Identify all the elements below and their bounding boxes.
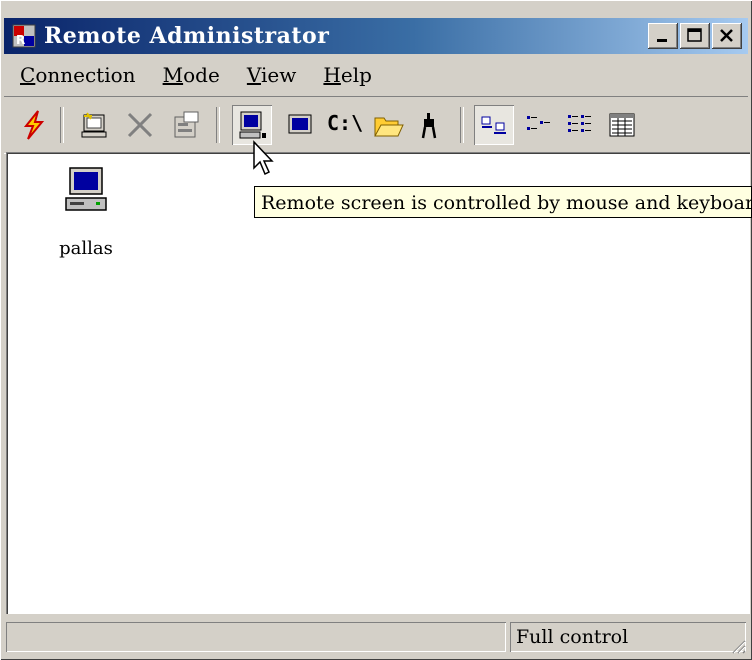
close-icon xyxy=(720,29,733,42)
add-connection-button[interactable] xyxy=(74,105,114,145)
delete-icon xyxy=(127,112,153,138)
menu-label: ode xyxy=(183,63,220,87)
delete-connection-button[interactable] xyxy=(120,105,160,145)
menu-label: elp xyxy=(340,63,372,87)
full-control-icon xyxy=(239,111,266,139)
menu-accel: M xyxy=(162,63,184,87)
toolbar-separator xyxy=(216,107,220,143)
large-icons-view-button[interactable] xyxy=(474,105,514,145)
menu-accel: H xyxy=(323,63,341,87)
menu-label: iew xyxy=(260,63,297,87)
folder-open-icon xyxy=(374,117,404,137)
view-only-mode-button[interactable] xyxy=(280,105,320,145)
tooltip: Remote screen is controlled by mouse and… xyxy=(254,186,752,218)
details-icon xyxy=(609,113,635,137)
main-window: R Remote Administrator Connection Mode V… xyxy=(0,0,752,660)
toolbar-separator xyxy=(460,107,464,143)
toolbar: C:\ xyxy=(4,96,748,154)
title-bar[interactable]: R Remote Administrator xyxy=(4,18,748,54)
file-transfer-mode-button[interactable] xyxy=(368,105,408,145)
menu-connection[interactable]: Connection xyxy=(20,58,136,92)
list-view-button[interactable] xyxy=(560,105,600,145)
computer-icon xyxy=(65,167,107,211)
details-view-button[interactable] xyxy=(602,105,642,145)
svg-text:R: R xyxy=(16,33,25,47)
app-icon: R xyxy=(12,24,36,48)
menu-accel: V xyxy=(246,63,261,87)
lightning-icon xyxy=(23,110,45,140)
menu-help[interactable]: Help xyxy=(323,58,372,92)
properties-button[interactable] xyxy=(166,105,206,145)
menu-mode[interactable]: Mode xyxy=(163,58,220,92)
status-bar: Full control xyxy=(4,618,748,656)
menu-accel: C xyxy=(20,63,36,87)
host-name: pallas xyxy=(59,238,113,259)
connection-list-area[interactable]: pallas xyxy=(6,152,750,614)
minimize-icon xyxy=(657,39,667,42)
resize-grip-icon[interactable] xyxy=(728,636,746,654)
mouse-pointer-icon xyxy=(253,140,274,176)
properties-icon xyxy=(174,111,199,138)
status-mode: Full control xyxy=(510,622,746,652)
add-computer-icon xyxy=(81,112,107,138)
maximize-icon xyxy=(687,28,702,42)
shutdown-mode-button[interactable] xyxy=(410,105,450,145)
large-icons-icon xyxy=(481,116,506,134)
connect-button[interactable] xyxy=(14,105,54,145)
menu-view[interactable]: View xyxy=(247,58,296,92)
small-icons-icon xyxy=(527,116,550,130)
telnet-label: C:\ xyxy=(327,111,364,135)
toolbar-separator xyxy=(60,107,64,143)
full-control-mode-button[interactable] xyxy=(232,105,272,145)
power-plug-icon xyxy=(421,113,437,139)
maximize-button[interactable] xyxy=(680,23,710,49)
minimize-button[interactable] xyxy=(648,23,678,49)
telnet-mode-button[interactable]: C:\ xyxy=(324,105,364,145)
window-title: Remote Administrator xyxy=(44,23,330,49)
host-item[interactable]: pallas xyxy=(46,164,126,259)
menu-bar: Connection Mode View Help xyxy=(6,58,380,92)
small-icons-view-button[interactable] xyxy=(518,105,558,145)
menu-label: onnection xyxy=(35,63,136,87)
close-button[interactable] xyxy=(712,23,742,49)
status-pane-left xyxy=(6,622,506,652)
view-only-icon xyxy=(288,114,312,134)
list-icon xyxy=(568,115,591,132)
